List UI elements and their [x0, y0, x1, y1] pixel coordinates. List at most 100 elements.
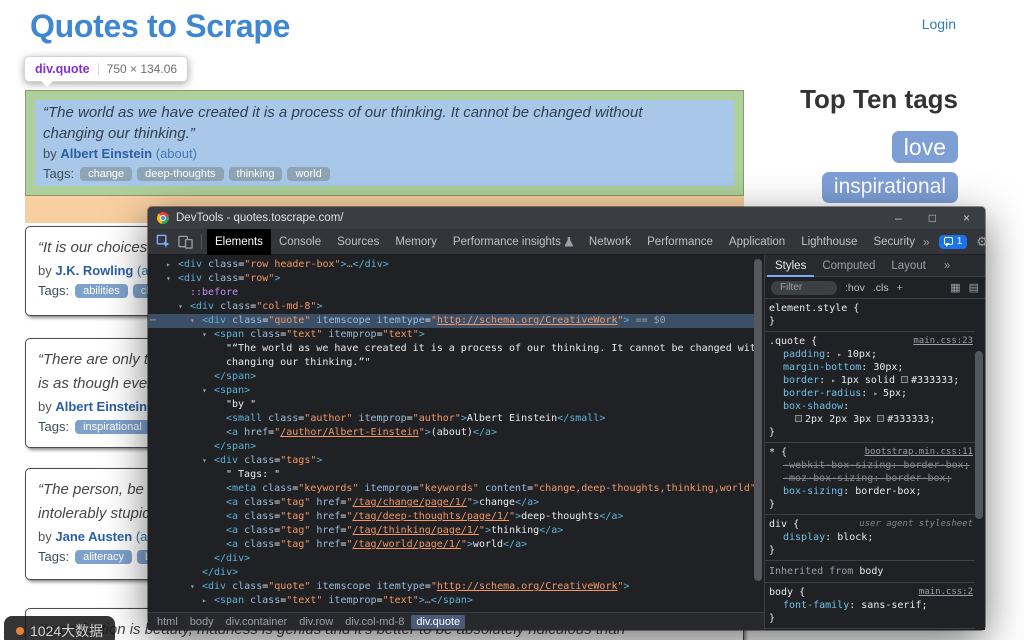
site-title-link[interactable]: Quotes to Scrape: [30, 8, 290, 45]
css-declaration[interactable]: padding: ▸ 10px;: [769, 348, 975, 361]
styles-toolbar-hov[interactable]: :hov: [845, 282, 865, 294]
breadcrumb-div.col-md-8[interactable]: div.col-md-8: [340, 615, 409, 629]
tag-pill-abilities[interactable]: abilities: [75, 284, 128, 298]
tree-node[interactable]: <a class="tag" href="/tag/thinking/page/…: [148, 524, 754, 538]
sidebar-more-tabs-icon[interactable]: »: [936, 255, 958, 277]
css-declaration[interactable]: }: [769, 612, 975, 625]
breadcrumb-div.row[interactable]: div.row: [294, 615, 338, 629]
maximize-button[interactable]: □: [929, 207, 936, 229]
login-link[interactable]: Login: [922, 16, 956, 32]
devtools-tab-network[interactable]: Network: [581, 229, 639, 255]
tree-node[interactable]: changing our thinking.”": [148, 356, 754, 370]
tree-node[interactable]: ▸<span class="text" itemprop="text">…</s…: [148, 594, 754, 608]
tree-node[interactable]: <a class="tag" href="/tag/change/page/1/…: [148, 496, 754, 510]
css-selector-line[interactable]: * {bootstrap.min.css:11: [769, 446, 975, 459]
tree-node[interactable]: <a href="/author/Albert-Einstein">(about…: [148, 426, 754, 440]
collapse-arrow-icon[interactable]: ▾: [166, 272, 171, 286]
issues-badge[interactable]: 1: [939, 235, 968, 249]
tree-node[interactable]: </span>: [148, 440, 754, 454]
tree-node[interactable]: ▾<div class="tags">: [148, 454, 754, 468]
tree-node[interactable]: </div>: [148, 552, 754, 566]
stylesheet-source-link[interactable]: main.css:2: [919, 586, 973, 599]
devtools-tab-console[interactable]: Console: [271, 229, 329, 255]
css-selector-line[interactable]: .quote {main.css:23: [769, 335, 975, 348]
tree-node[interactable]: ▾<div class="row">: [148, 272, 754, 286]
top-tag-inspirational[interactable]: inspirational: [822, 172, 958, 202]
tree-node[interactable]: </div>: [148, 566, 754, 580]
collapse-arrow-icon[interactable]: ▾: [190, 314, 195, 328]
css-declaration[interactable]: border-radius: ▸ 5px;: [769, 387, 975, 400]
collapse-arrow-icon[interactable]: ▾: [202, 454, 207, 468]
expand-arrow-icon[interactable]: ▸: [166, 258, 171, 272]
collapse-arrow-icon[interactable]: ▾: [190, 580, 195, 594]
top-tag-love[interactable]: love: [892, 131, 958, 163]
tag-pill-thinking[interactable]: thinking: [229, 167, 283, 181]
tree-node[interactable]: <a class="tag" href="/tag/world/page/1/"…: [148, 538, 754, 552]
devtools-tab-performance-insights[interactable]: Performance insights: [445, 229, 581, 255]
tree-node[interactable]: ::before: [148, 286, 754, 300]
collapse-arrow-icon[interactable]: ▾: [202, 384, 207, 398]
css-declaration[interactable]: -moz-box-sizing: border-box;: [769, 472, 975, 485]
tag-pill-deep-thoughts[interactable]: deep-thoughts: [137, 167, 223, 181]
css-declaration[interactable]: }: [769, 315, 975, 328]
breadcrumb-body[interactable]: body: [185, 615, 219, 629]
devtools-titlebar[interactable]: DevTools - quotes.toscrape.com/ –□×: [148, 207, 985, 229]
devtools-tab-lighthouse[interactable]: Lighthouse: [793, 229, 865, 255]
styles-filter-input[interactable]: Filter: [771, 281, 837, 295]
elements-scrollbar[interactable]: [754, 259, 762, 581]
css-declaration[interactable]: display: block;: [769, 531, 975, 544]
styles-toolbar-cls[interactable]: .cls: [873, 282, 889, 294]
tree-node[interactable]: ▾<span>: [148, 384, 754, 398]
devtools-tab-performance[interactable]: Performance: [639, 229, 721, 255]
devtools-tab-elements[interactable]: Elements: [207, 229, 271, 255]
css-declaration[interactable]: Inherited from body: [769, 565, 975, 578]
tree-node[interactable]: ▾<div class="quote" itemscope itemtype="…: [148, 580, 754, 594]
more-tabs-icon[interactable]: »: [923, 235, 930, 249]
inspect-element-icon[interactable]: [152, 231, 174, 253]
tree-node[interactable]: </span>: [148, 370, 754, 384]
css-selector-line[interactable]: body {main.css:2: [769, 586, 975, 599]
css-declaration[interactable]: -webkit-box-sizing: border-box;: [769, 459, 975, 472]
tag-pill-change[interactable]: change: [80, 167, 132, 181]
tag-pill-world[interactable]: world: [287, 167, 329, 181]
css-declaration[interactable]: }: [769, 498, 975, 511]
css-declaration[interactable]: }: [769, 544, 975, 557]
styles-toolbar-[interactable]: +: [897, 282, 903, 294]
css-declaration[interactable]: }: [769, 426, 975, 439]
devtools-tab-sources[interactable]: Sources: [329, 229, 387, 255]
tree-node[interactable]: "“The world as we have created it is a p…: [148, 342, 754, 356]
tree-node[interactable]: "by ": [148, 398, 754, 412]
styles-scrollbar[interactable]: [975, 351, 983, 519]
tag-pill-inspirational[interactable]: inspirational: [75, 420, 150, 434]
tree-node[interactable]: ▾<div class="col-md-8">: [148, 300, 754, 314]
breadcrumb-div.quote[interactable]: div.quote: [411, 615, 465, 629]
css-declaration[interactable]: box-shadow:: [769, 400, 975, 413]
minimize-button[interactable]: –: [895, 207, 902, 229]
css-declaration[interactable]: font-family: sans-serif;: [769, 599, 975, 612]
tree-node[interactable]: <small class="author" itemprop="author">…: [148, 412, 754, 426]
css-declaration[interactable]: margin-bottom: 30px;: [769, 361, 975, 374]
breadcrumb-html[interactable]: html: [152, 615, 183, 629]
css-declaration[interactable]: border: ▸ 1px solid #333333;: [769, 374, 975, 387]
tree-node[interactable]: " Tags: ": [148, 468, 754, 482]
grid-editor-icon[interactable]: ▦: [950, 281, 960, 294]
settings-gear-icon[interactable]: ⚙: [976, 234, 988, 250]
sidebar-tab-layout[interactable]: Layout: [883, 255, 934, 277]
devtools-tab-memory[interactable]: Memory: [387, 229, 445, 255]
about-link[interactable]: (about): [156, 146, 197, 161]
stylesheet-source-link[interactable]: bootstrap.min.css:11: [865, 446, 973, 459]
tree-node[interactable]: <a class="tag" href="/tag/deep-thoughts/…: [148, 510, 754, 524]
collapse-arrow-icon[interactable]: ▾: [178, 300, 183, 314]
sidebar-tab-styles[interactable]: Styles: [767, 255, 814, 277]
stylesheet-source-link[interactable]: main.css:23: [913, 335, 973, 348]
breadcrumb-div.container[interactable]: div.container: [221, 615, 293, 629]
close-button[interactable]: ×: [963, 207, 970, 229]
sidebar-tab-computed[interactable]: Computed: [814, 255, 883, 277]
collapse-arrow-icon[interactable]: ▾: [202, 328, 207, 342]
computed-sidebar-icon[interactable]: ▤: [969, 281, 979, 294]
tag-pill-aliteracy[interactable]: aliteracy: [75, 550, 132, 564]
device-toolbar-icon[interactable]: [174, 231, 196, 253]
node-options-icon[interactable]: ⋯: [150, 314, 155, 328]
css-declaration[interactable]: 2px 2px 3px #333333;: [769, 413, 975, 426]
devtools-tab-security[interactable]: Security: [865, 229, 923, 255]
